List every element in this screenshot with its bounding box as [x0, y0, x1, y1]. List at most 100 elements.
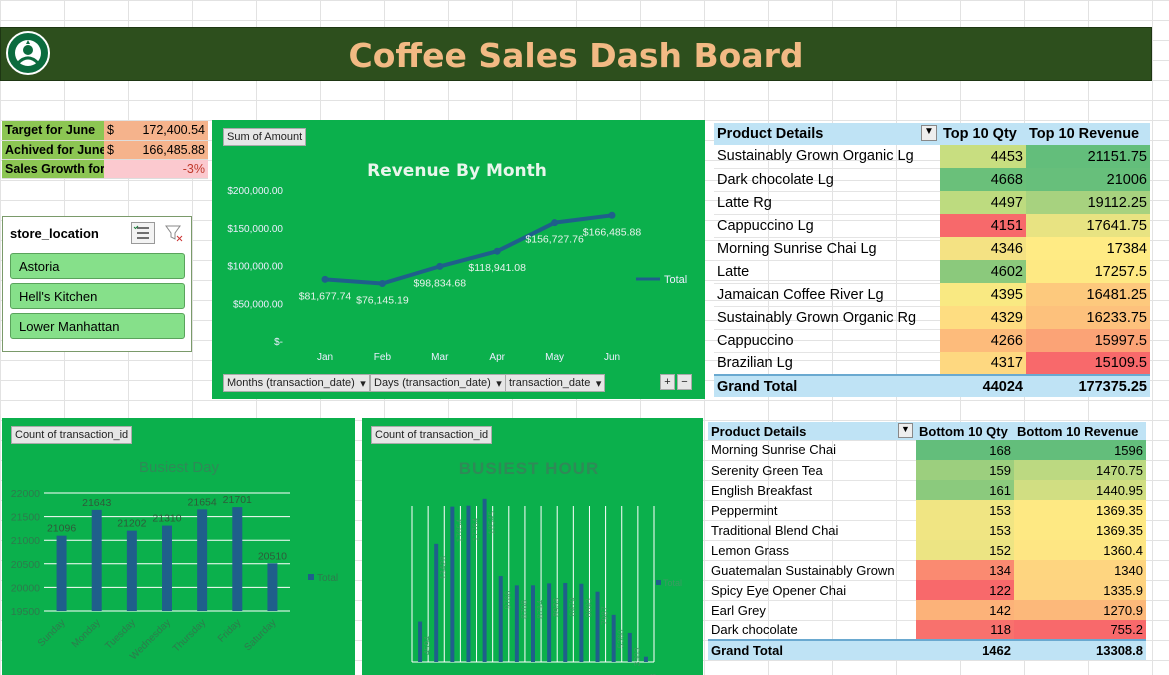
filter-days[interactable]: Days (transaction_date) ▾ — [370, 374, 506, 392]
qty-cell: 4317 — [940, 352, 1026, 375]
x-tick-label: Apr — [489, 352, 505, 363]
grand-total-qty: 1462 — [916, 639, 1014, 660]
slicer-item-lower-manhattan[interactable]: Lower Manhattan — [10, 313, 185, 339]
revenue-cell: 17257.5 — [1026, 260, 1150, 283]
data-label: $81,677.74 — [299, 290, 352, 302]
dropdown-icon: ▾ — [360, 378, 366, 390]
grand-total-qty: 44024 — [940, 374, 1026, 397]
bar — [595, 591, 600, 662]
store-location-slicer: store_location Astoria Hell's Kitchen Lo… — [2, 216, 192, 352]
achieved-label: Achived for June — [2, 140, 104, 160]
product-name-cell: Earl Grey — [708, 600, 916, 621]
legend-swatch — [656, 580, 661, 585]
bottom-table-header: Product Details ▼ Bottom 10 Qty Bottom 10… — [708, 422, 1146, 440]
grand-total-label: Grand Total — [708, 639, 916, 660]
x-tick-label: Tuesday — [103, 617, 138, 652]
product-name-cell: Latte — [714, 260, 940, 284]
x-tick-label: Sunday — [36, 617, 68, 649]
table-row: Sustainably Grown Organic Lg 4453 21151.75 — [714, 145, 1150, 169]
bar — [531, 585, 535, 662]
dashboard-banner: Coffee Sales Dash Board — [0, 27, 1152, 81]
revenue-cell: 21151.75 — [1026, 145, 1150, 168]
table-row: Cappuccino 4266 15997.5 — [714, 329, 1150, 353]
multi-select-icon[interactable] — [131, 222, 155, 244]
data-label: 21654 — [188, 496, 217, 508]
collapse-button[interactable]: − — [677, 374, 692, 390]
filter-months[interactable]: Months (transaction_date) ▾ — [223, 374, 370, 392]
product-name-cell: Morning Sunrise Chai Lg — [714, 237, 940, 261]
qty-cell: 122 — [916, 580, 1014, 600]
bar — [91, 509, 102, 611]
data-label: $76,145.19 — [356, 295, 409, 307]
top-products-table: Product Details ▼ Top 10 Qty Top 10 Reven… — [714, 123, 1150, 397]
x-tick-label: Thursday — [171, 617, 208, 654]
revenue-cell: 19112.25 — [1026, 191, 1150, 214]
table-row: Earl Grey 142 1270.9 — [708, 600, 1146, 621]
qty-cell: 153 — [916, 500, 1014, 520]
starbucks-logo-icon — [6, 31, 50, 75]
data-point — [551, 219, 559, 227]
data-label: 5360 — [616, 629, 626, 648]
header-top-qty: Top 10 Qty — [940, 123, 1026, 145]
data-label: 17764 — [470, 518, 480, 542]
slicer-item-hells-kitchen[interactable]: Hell's Kitchen — [10, 283, 185, 309]
data-label: 8708 — [519, 600, 529, 619]
legend-label: Total — [664, 274, 687, 286]
data-label: 8933 — [551, 598, 561, 617]
data-label: 8893 — [583, 598, 593, 617]
data-point — [608, 211, 616, 219]
revenue-chart-panel: Sum of Amount Revenue By Month $200,000.0… — [212, 120, 705, 399]
qty-cell: 4151 — [940, 214, 1026, 237]
product-name-cell: English Breakfast — [708, 480, 916, 501]
bar — [267, 563, 278, 611]
filter-applied-icon[interactable]: ▼ — [921, 125, 937, 141]
product-name-cell: Guatemalan Sustainably Grown — [708, 560, 916, 581]
expand-button[interactable]: + — [660, 374, 675, 390]
y-tick-label: $100,000.00 — [227, 262, 283, 273]
y-tick-label: 19500 — [11, 606, 40, 618]
data-label: 21096 — [47, 523, 76, 535]
slicer-item-astoria[interactable]: Astoria — [10, 253, 185, 279]
qty-cell: 4329 — [940, 306, 1026, 329]
busiest-day-bar-chart: Busiest Day 22000 21500 21000 20500 20000 1950… — [11, 459, 338, 662]
clear-filter-icon[interactable] — [163, 223, 185, 243]
revenue-cell: 1470.75 — [1014, 460, 1146, 480]
table-row: Sustainably Grown Organic Rg 4329 16233.75 — [714, 306, 1150, 330]
busiest-day-panel: Count of transaction_id Busiest Day 22000… — [2, 418, 355, 675]
bar — [514, 585, 519, 662]
data-label: 20510 — [258, 550, 287, 562]
header-product-details: Product Details ▼ — [714, 123, 940, 145]
revenue-cell: 1360.4 — [1014, 540, 1146, 560]
target-value: 172,400.54 — [124, 121, 208, 141]
x-tick-label: Jan — [317, 352, 333, 363]
table-row: Brazilian Lg 4317 15109.5 — [714, 352, 1150, 376]
qty-cell: 4497 — [940, 191, 1026, 214]
filter-applied-icon[interactable]: ▼ — [898, 423, 913, 438]
bar — [579, 583, 584, 662]
qty-cell: 4602 — [940, 260, 1026, 283]
filter-date[interactable]: transaction_date ▾ — [505, 374, 606, 392]
table-row: Latte 4602 17257.5 — [714, 260, 1150, 284]
revenue-cell: 1270.9 — [1014, 600, 1146, 620]
y-tick-label: 20500 — [11, 559, 40, 571]
qty-cell: 161 — [916, 480, 1014, 500]
product-name-cell: Brazilian Lg — [714, 352, 940, 376]
bar — [498, 576, 503, 662]
table-row: Traditional Blend Chai 153 1369.35 — [708, 520, 1146, 541]
revenue-line-chart: Revenue By Month $200,000.00 $150,000.00 $1… — [227, 161, 687, 363]
dropdown-icon: ▾ — [595, 378, 602, 390]
data-label: $156,727.76 — [525, 234, 584, 246]
header-bottom-qty: Bottom 10 Qty — [916, 422, 1014, 440]
table-row: Spicy Eye Opener Chai 122 1335.9 — [708, 580, 1146, 601]
kpi-table: Target for June $ 172,400.54 Achived for… — [2, 121, 208, 179]
y-tick-label: $50,000.00 — [233, 299, 283, 310]
target-label: Target for June — [2, 121, 104, 141]
achieved-value: 166,485.88 — [124, 140, 208, 160]
product-name-cell: Cappuccino Lg — [714, 214, 940, 238]
data-label: 21202 — [117, 518, 146, 530]
data-label: 21643 — [82, 497, 111, 509]
revenue-cell: 16481.25 — [1026, 283, 1150, 306]
y-tick-label: 21500 — [11, 512, 40, 524]
product-name-cell: Lemon Grass — [708, 540, 916, 561]
table-row: Morning Sunrise Chai 168 1596 — [708, 440, 1146, 461]
